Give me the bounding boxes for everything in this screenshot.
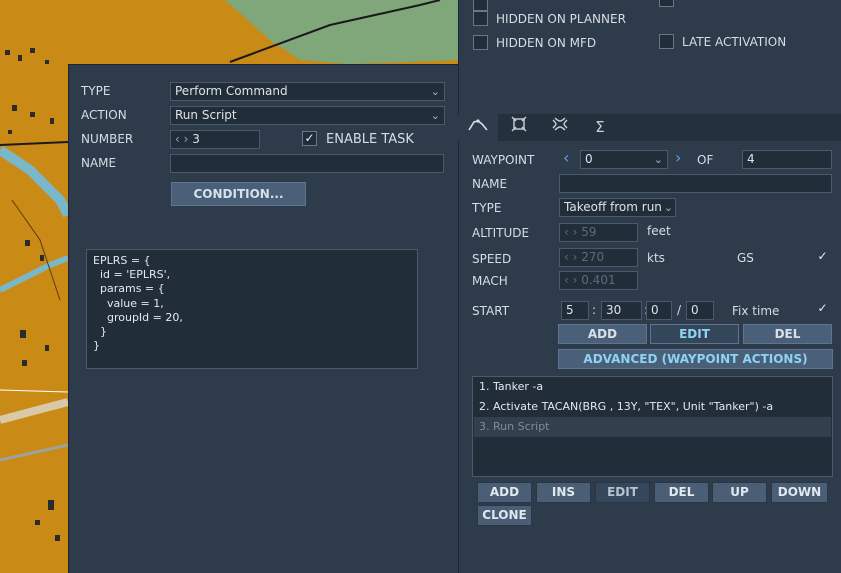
- start-day-field[interactable]: 5: [561, 301, 589, 320]
- mach-label: MACH: [472, 274, 508, 288]
- checkbox-top-partial[interactable]: [473, 0, 488, 11]
- condition-button[interactable]: CONDITION...: [171, 182, 306, 206]
- action-value: Run Script: [175, 108, 237, 122]
- list-item[interactable]: 1. Tanker -a: [474, 377, 831, 397]
- check-icon: ✓: [817, 301, 828, 315]
- waypoint-edit-button[interactable]: EDIT: [650, 324, 739, 344]
- waypoint-type-value: Takeoff from run: [564, 200, 662, 214]
- stepper-arrows-icon: ‹ ›: [564, 250, 582, 264]
- hidden-on-mfd-checkbox[interactable]: [473, 35, 488, 50]
- route-icon: [468, 119, 488, 131]
- waypoint-actions-list[interactable]: 1. Tanker -a 2. Activate TACAN(BRG , 13Y…: [472, 376, 833, 477]
- waypoint-label: WAYPOINT: [472, 153, 535, 167]
- name-label: NAME: [81, 156, 117, 170]
- advanced-waypoint-actions-button[interactable]: ADVANCED (WAYPOINT ACTIONS): [558, 349, 833, 369]
- list-item[interactable]: 2. Activate TACAN(BRG , 13Y, "TEX", Unit…: [474, 397, 831, 417]
- start-min-field[interactable]: 0: [646, 301, 672, 320]
- altitude-label: ALTITUDE: [472, 226, 530, 240]
- altitude-unit: feet: [647, 224, 671, 238]
- action-label: ACTION: [81, 108, 127, 122]
- next-waypoint-icon[interactable]: ›: [675, 149, 681, 167]
- speed-label: SPEED: [472, 252, 512, 266]
- stepper-arrows-icon: ‹ ›: [564, 225, 582, 239]
- speed-value: 270: [581, 250, 605, 264]
- late-activation-checkbox[interactable]: [659, 34, 674, 49]
- start-sec-field[interactable]: 0: [686, 301, 714, 320]
- waypoint-dropdown[interactable]: 0 ⌄: [580, 150, 668, 169]
- speed-unit: kts: [647, 251, 665, 265]
- stepper-arrows-icon: ‹ ›: [564, 273, 582, 287]
- enable-task-checkbox[interactable]: ✓: [302, 131, 317, 146]
- check-icon: ✓: [817, 249, 828, 263]
- tab-summary[interactable]: Σ: [580, 114, 620, 141]
- summary-icon: Σ: [595, 118, 605, 136]
- waypoint-count-field: 4: [742, 150, 832, 169]
- action-add-button[interactable]: ADD: [477, 482, 532, 503]
- altitude-stepper: ‹ › 59: [559, 223, 638, 242]
- fix-time-label: Fix time: [732, 304, 780, 318]
- waypoint-type-dropdown[interactable]: Takeoff from run ⌄: [559, 198, 676, 217]
- start-separator-1: :: [592, 303, 597, 317]
- start-hour-field[interactable]: 30: [601, 301, 642, 320]
- action-edit-button[interactable]: EDIT: [595, 482, 650, 503]
- fix-time-checkbox[interactable]: ✓: [815, 302, 830, 317]
- type-label: TYPE: [81, 84, 111, 98]
- script-editor[interactable]: EPLRS = { id = 'EPLRS', params = { value…: [86, 249, 418, 369]
- hidden-on-planner-checkbox[interactable]: [473, 11, 488, 26]
- waypoint-add-button[interactable]: ADD: [558, 324, 647, 344]
- hidden-on-planner-label: HIDDEN ON PLANNER: [496, 12, 626, 26]
- waypoint-value: 0: [585, 152, 593, 166]
- number-stepper[interactable]: ‹ › 3: [170, 130, 260, 149]
- type-value: Perform Command: [175, 84, 288, 98]
- check-icon: ✓: [304, 131, 315, 145]
- type-dropdown[interactable]: Perform Command ⌄: [170, 82, 445, 101]
- checkbox-top-partial-2[interactable]: [659, 0, 674, 7]
- speed-stepper: ‹ › 270: [559, 248, 638, 267]
- chevron-down-icon: ⌄: [663, 201, 673, 214]
- mach-stepper: ‹ › 0.401: [559, 271, 638, 290]
- action-up-button[interactable]: UP: [712, 482, 767, 503]
- altitude-value: 59: [581, 225, 597, 239]
- waypoint-name-field[interactable]: [559, 174, 832, 193]
- tab-payload[interactable]: [540, 114, 580, 141]
- action-dropdown[interactable]: Run Script ⌄: [170, 106, 445, 125]
- waypoint-name-label: NAME: [472, 177, 508, 191]
- enable-task-label: ENABLE TASK: [326, 132, 414, 147]
- number-value: 3: [192, 132, 200, 146]
- chevron-down-icon: ⌄: [430, 85, 440, 98]
- hidden-on-mfd-label: HIDDEN ON MFD: [496, 36, 597, 50]
- tab-route[interactable]: [458, 114, 498, 141]
- previous-waypoint-icon[interactable]: ‹: [563, 149, 569, 167]
- start-label: START: [472, 304, 510, 318]
- late-activation-label: LATE ACTIVATION: [682, 35, 787, 49]
- gs-checkbox[interactable]: ✓: [815, 250, 830, 265]
- waypoint-type-label: TYPE: [472, 201, 502, 215]
- action-del-button[interactable]: DEL: [654, 482, 709, 503]
- waypoint-del-button[interactable]: DEL: [743, 324, 832, 344]
- mach-value: 0.401: [581, 273, 616, 287]
- number-label: NUMBER: [81, 132, 134, 146]
- payload-icon: [552, 117, 568, 131]
- target-icon: [511, 116, 527, 132]
- action-down-button[interactable]: DOWN: [771, 482, 828, 503]
- stepper-arrows-icon[interactable]: ‹ ›: [175, 132, 192, 146]
- action-ins-button[interactable]: INS: [536, 482, 591, 503]
- start-separator-3: /: [677, 303, 682, 317]
- list-item-selected[interactable]: 3. Run Script: [474, 417, 831, 437]
- gs-label: GS: [737, 251, 754, 265]
- chevron-down-icon: ⌄: [430, 109, 440, 122]
- name-field[interactable]: [170, 154, 444, 173]
- tab-target[interactable]: [499, 114, 539, 141]
- chevron-down-icon: ⌄: [653, 153, 663, 166]
- of-label: OF: [697, 153, 714, 167]
- action-clone-button[interactable]: CLONE: [477, 505, 532, 526]
